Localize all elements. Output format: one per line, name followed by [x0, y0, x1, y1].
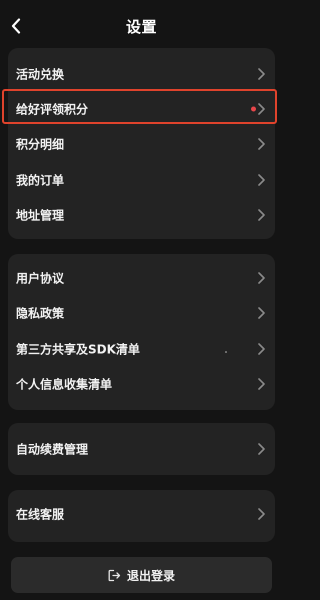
- settings-group-subscription: 自动续费管理: [8, 423, 275, 475]
- settings-item-label: 个人信息收集清单: [16, 377, 113, 391]
- settings-item-review-points[interactable]: 给好评领积分: [8, 91, 275, 126]
- settings-item-user-agreement[interactable]: 用户协议: [8, 260, 275, 295]
- chevron-right-icon: [257, 507, 265, 520]
- settings-item-label: 积分明细: [16, 137, 65, 151]
- settings-item-label: 活动兑换: [16, 67, 65, 81]
- settings-item-label: 隐私政策: [16, 306, 65, 320]
- logout-label: 退出登录: [126, 568, 175, 583]
- logout-button[interactable]: 退出登录: [11, 557, 272, 593]
- chevron-right-icon: [257, 306, 265, 319]
- chevron-right-icon: [257, 342, 265, 355]
- chevron-right-icon: [257, 67, 265, 80]
- settings-item-label: 我的订单: [16, 173, 65, 187]
- decorative-speck: [225, 351, 227, 353]
- settings-item-label: 给好评领积分: [16, 102, 89, 116]
- settings-item-activity-redeem[interactable]: 活动兑换: [8, 56, 275, 91]
- settings-item-auto-renew[interactable]: 自动续费管理: [8, 431, 275, 466]
- chevron-right-icon: [257, 102, 265, 115]
- chevron-right-icon: [257, 137, 265, 150]
- chevron-right-icon: [257, 377, 265, 390]
- settings-item-online-support[interactable]: 在线客服: [8, 496, 275, 531]
- settings-item-label: 第三方共享及SDK清单: [16, 342, 140, 356]
- notification-dot-icon: [251, 106, 256, 111]
- settings-group-legal: 用户协议 隐私政策 第三方共享及SDK清单 个人信息收集清单: [8, 254, 275, 410]
- settings-item-label: 自动续费管理: [16, 442, 89, 456]
- page-title: 设置: [125, 18, 157, 36]
- settings-item-address[interactable]: 地址管理: [8, 197, 275, 232]
- logout-icon: [108, 568, 122, 582]
- chevron-right-icon: [257, 208, 265, 221]
- settings-item-label: 地址管理: [16, 208, 65, 222]
- settings-item-personal-info[interactable]: 个人信息收集清单: [8, 366, 275, 401]
- header-bar: 设置: [0, 0, 283, 52]
- chevron-right-icon: [257, 271, 265, 284]
- chevron-right-icon: [257, 442, 265, 455]
- chevron-right-icon: [257, 173, 265, 186]
- settings-item-privacy-policy[interactable]: 隐私政策: [8, 295, 275, 330]
- settings-item-points-detail[interactable]: 积分明细: [8, 126, 275, 161]
- settings-group-support: 在线客服: [8, 490, 275, 542]
- settings-item-label: 在线客服: [16, 507, 65, 521]
- settings-group-account: 活动兑换 给好评领积分 积分明细 我的订单 地址管理: [8, 48, 275, 239]
- settings-item-label: 用户协议: [16, 271, 65, 285]
- settings-item-my-orders[interactable]: 我的订单: [8, 162, 275, 197]
- settings-item-third-party-sdk[interactable]: 第三方共享及SDK清单: [8, 331, 275, 366]
